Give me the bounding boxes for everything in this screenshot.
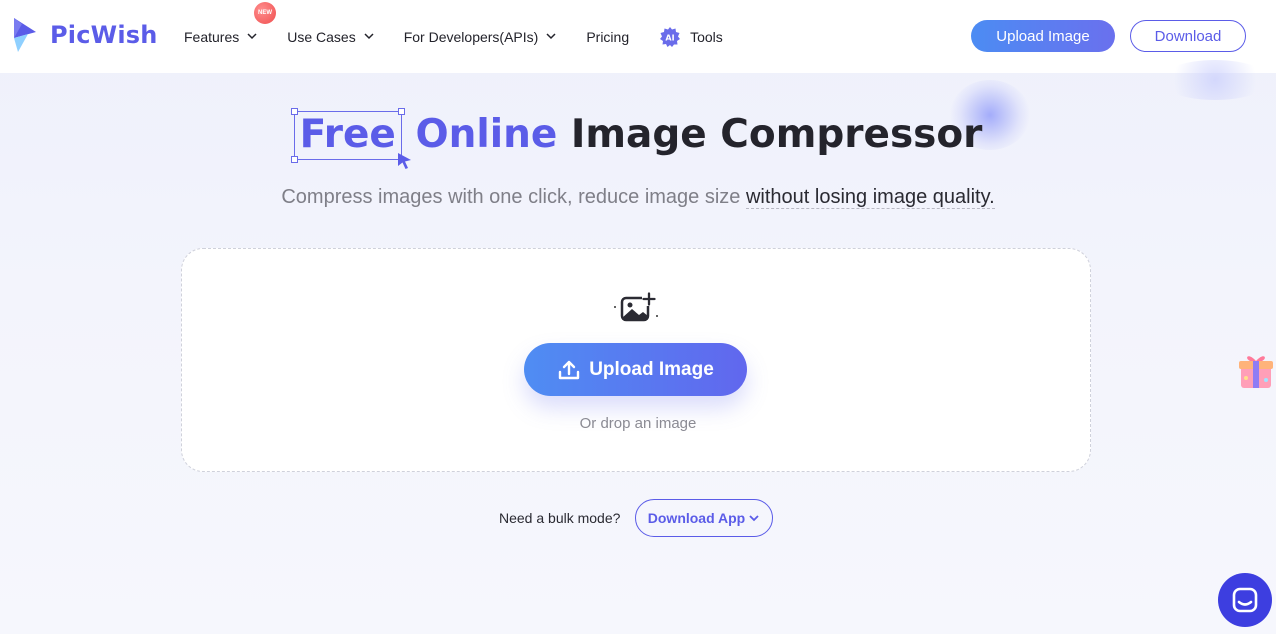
nav-use-cases[interactable]: Use Cases bbox=[287, 28, 374, 45]
bulk-mode-label: Need a bulk mode? bbox=[499, 510, 621, 526]
chevron-down-icon bbox=[247, 33, 257, 40]
chat-support-button[interactable] bbox=[1218, 573, 1272, 627]
chevron-down-icon bbox=[364, 33, 374, 40]
svg-text:AI: AI bbox=[666, 33, 675, 42]
nav-features[interactable]: Features NEW bbox=[184, 1, 276, 45]
gift-icon[interactable] bbox=[1236, 350, 1276, 392]
download-app-button[interactable]: Download App bbox=[635, 499, 773, 537]
page-title: Free Online Image Compressor bbox=[0, 108, 1276, 169]
add-image-icon bbox=[614, 292, 658, 322]
chat-icon bbox=[1232, 587, 1258, 613]
top-header: PicWish Features NEW Use Cases For Devel… bbox=[0, 0, 1276, 73]
picwish-logo-icon bbox=[14, 18, 36, 52]
main-nav: Features NEW Use Cases For Developers(AP… bbox=[184, 0, 753, 73]
header-upload-button[interactable]: Upload Image bbox=[971, 20, 1115, 52]
upload-icon bbox=[559, 360, 580, 379]
selection-box bbox=[290, 108, 405, 163]
header-download-button[interactable]: Download bbox=[1130, 20, 1246, 52]
nav-pricing-label: Pricing bbox=[586, 28, 630, 45]
brand-name: PicWish bbox=[50, 21, 158, 49]
nav-features-label: Features bbox=[184, 28, 240, 45]
nav-use-cases-label: Use Cases bbox=[287, 28, 356, 45]
decorative-blob bbox=[1160, 60, 1270, 100]
title-online-word: Online bbox=[415, 112, 558, 157]
upload-image-button-label: Upload Image bbox=[589, 358, 714, 380]
nav-developers-label: For Developers(APIs) bbox=[403, 28, 539, 45]
cursor-icon bbox=[397, 153, 411, 169]
upload-image-button[interactable]: Upload Image bbox=[524, 343, 747, 396]
page-subtitle: Compress images with one click, reduce i… bbox=[0, 186, 1276, 209]
chevron-down-icon bbox=[546, 33, 556, 40]
nav-developers[interactable]: For Developers(APIs) bbox=[404, 29, 557, 45]
nav-tools[interactable]: AI Tools bbox=[659, 26, 723, 48]
title-rest: Image Compressor bbox=[570, 112, 983, 157]
subtitle-emphasis: without losing image quality. bbox=[745, 186, 995, 209]
download-app-label: Download App bbox=[647, 510, 746, 526]
title-free-word: Free bbox=[290, 108, 411, 169]
nav-tools-label: Tools bbox=[690, 28, 723, 45]
nav-pricing[interactable]: Pricing bbox=[586, 29, 629, 45]
subtitle-plain: Compress images with one click, reduce i… bbox=[281, 186, 746, 208]
logo[interactable]: PicWish bbox=[10, 16, 158, 54]
ai-gear-icon: AI bbox=[660, 26, 681, 47]
drop-hint: Or drop an image bbox=[579, 415, 697, 432]
chevron-down-icon bbox=[749, 515, 759, 522]
new-badge: NEW bbox=[254, 1, 276, 24]
